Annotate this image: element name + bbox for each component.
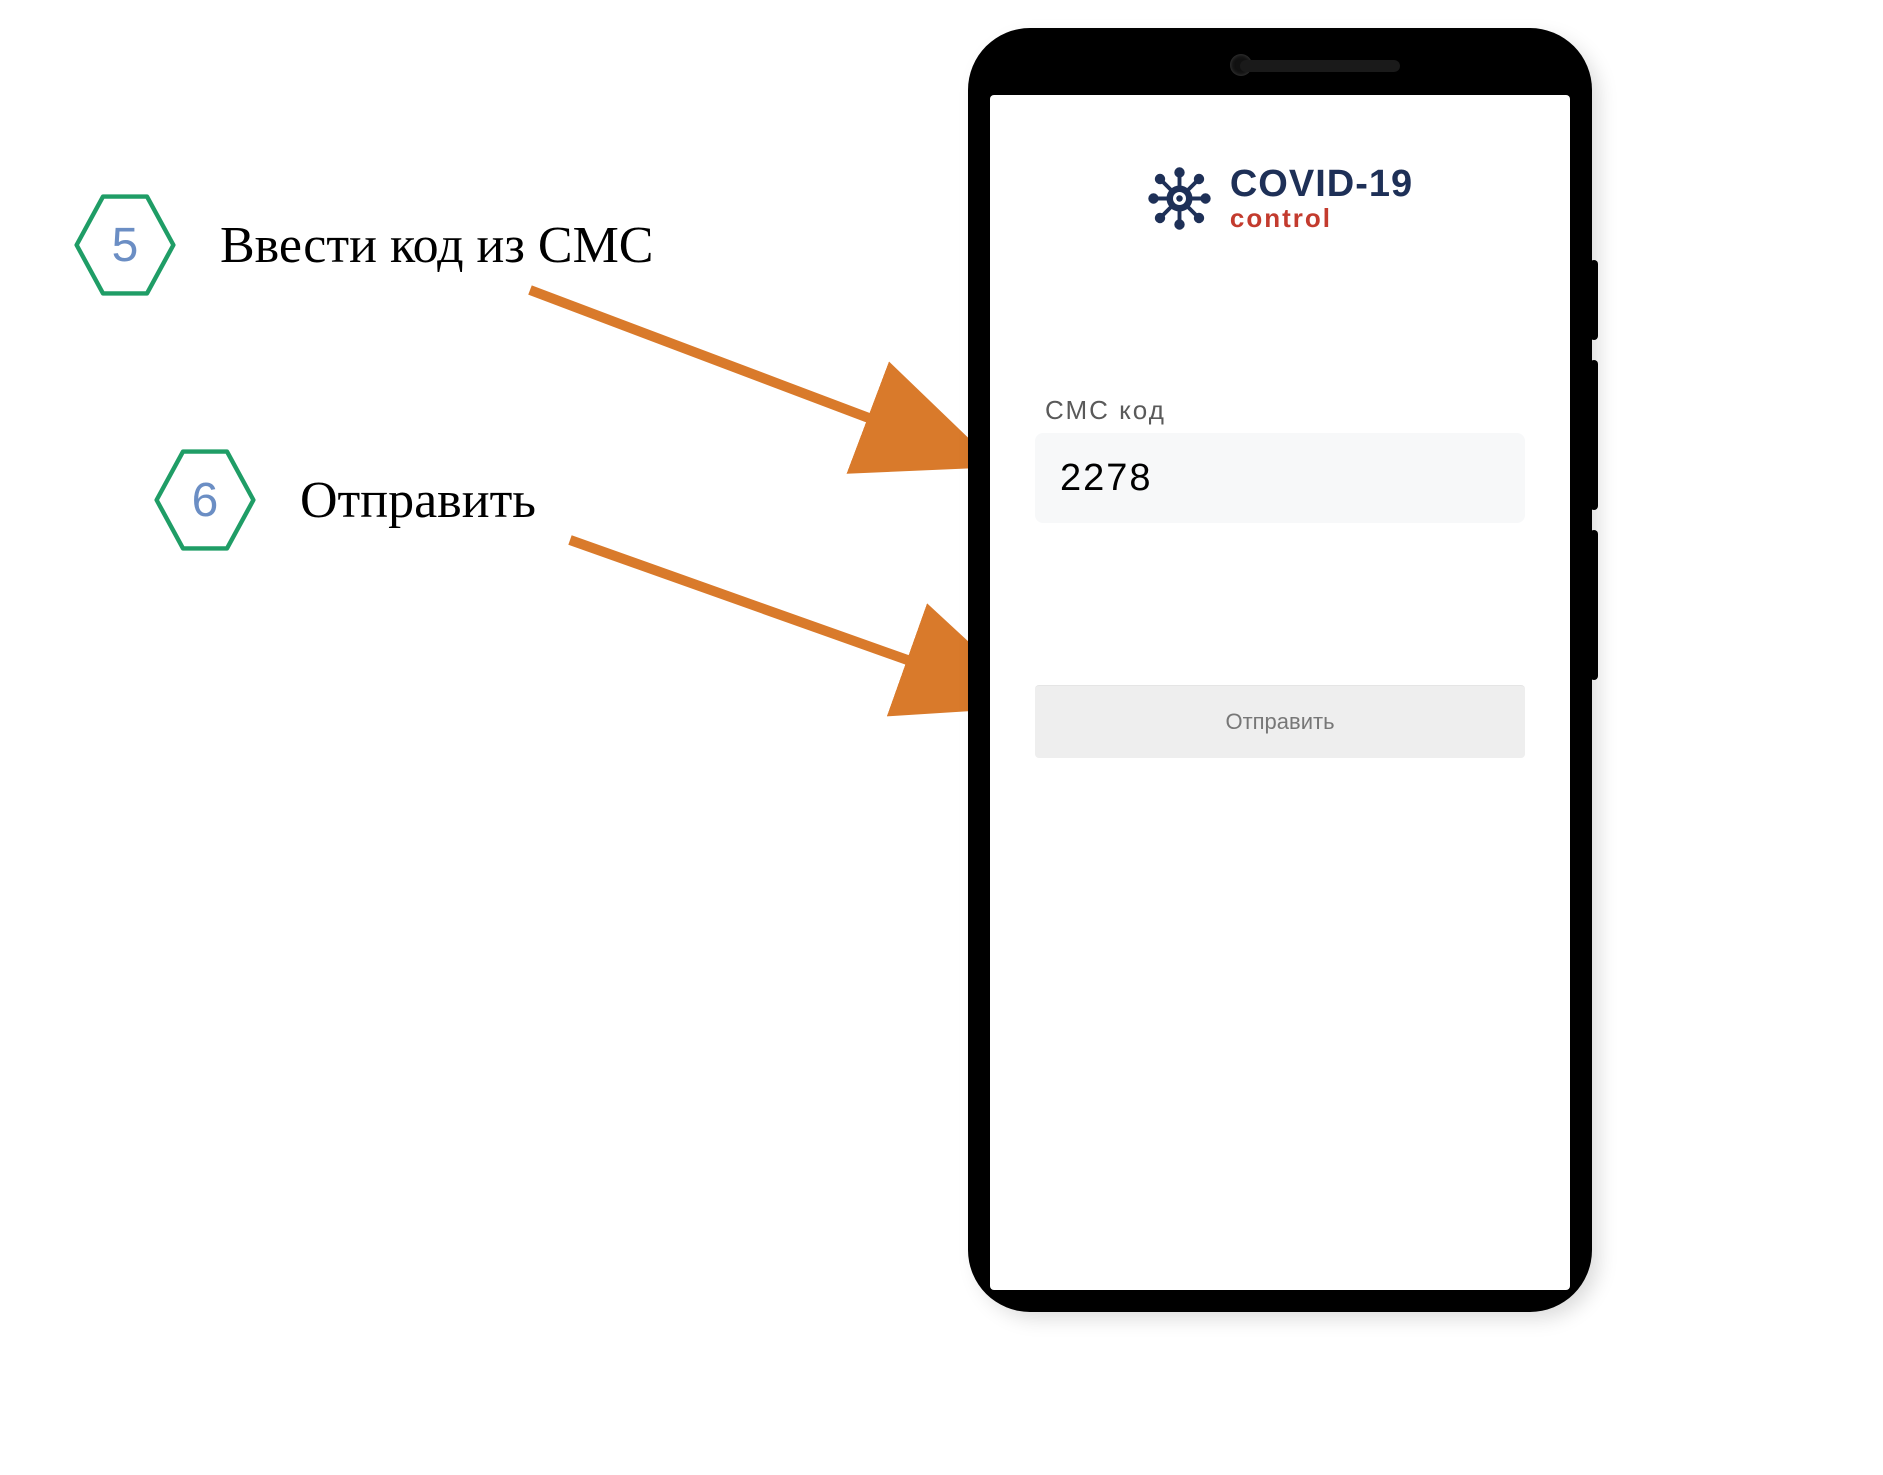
phone-side-button (1590, 530, 1598, 680)
instruction-step-6: 6 Отправить (150, 445, 536, 555)
step-marker-6: 6 (150, 445, 260, 555)
app-title: COVID-19 (1230, 165, 1413, 203)
sms-code-input[interactable]: 2278 (1035, 433, 1525, 523)
instruction-step-5: 5 Ввести код из СМС (70, 190, 654, 300)
step-number-5: 5 (112, 218, 139, 273)
app-subtitle: control (1230, 205, 1413, 231)
phone-screen: COVID-19 control СМС код 2278 Отправить (990, 95, 1570, 1290)
phone-speaker-icon (1240, 60, 1400, 72)
virus-icon (1147, 166, 1212, 231)
arrow-to-sms-input (520, 280, 1020, 500)
sms-code-value: 2278 (1060, 457, 1153, 500)
step-label-5: Ввести код из СМС (220, 216, 654, 275)
step-number-6: 6 (192, 473, 219, 528)
step-label-6: Отправить (300, 471, 536, 530)
app-logo: COVID-19 control (990, 165, 1570, 231)
send-button[interactable]: Отправить (1035, 685, 1525, 758)
phone-mockup: COVID-19 control СМС код 2278 Отправить (970, 30, 1590, 1310)
phone-side-button (1590, 360, 1598, 510)
send-button-label: Отправить (1225, 709, 1334, 735)
step-marker-5: 5 (70, 190, 180, 300)
sms-code-label: СМС код (1045, 395, 1166, 426)
phone-side-button (1590, 260, 1598, 340)
